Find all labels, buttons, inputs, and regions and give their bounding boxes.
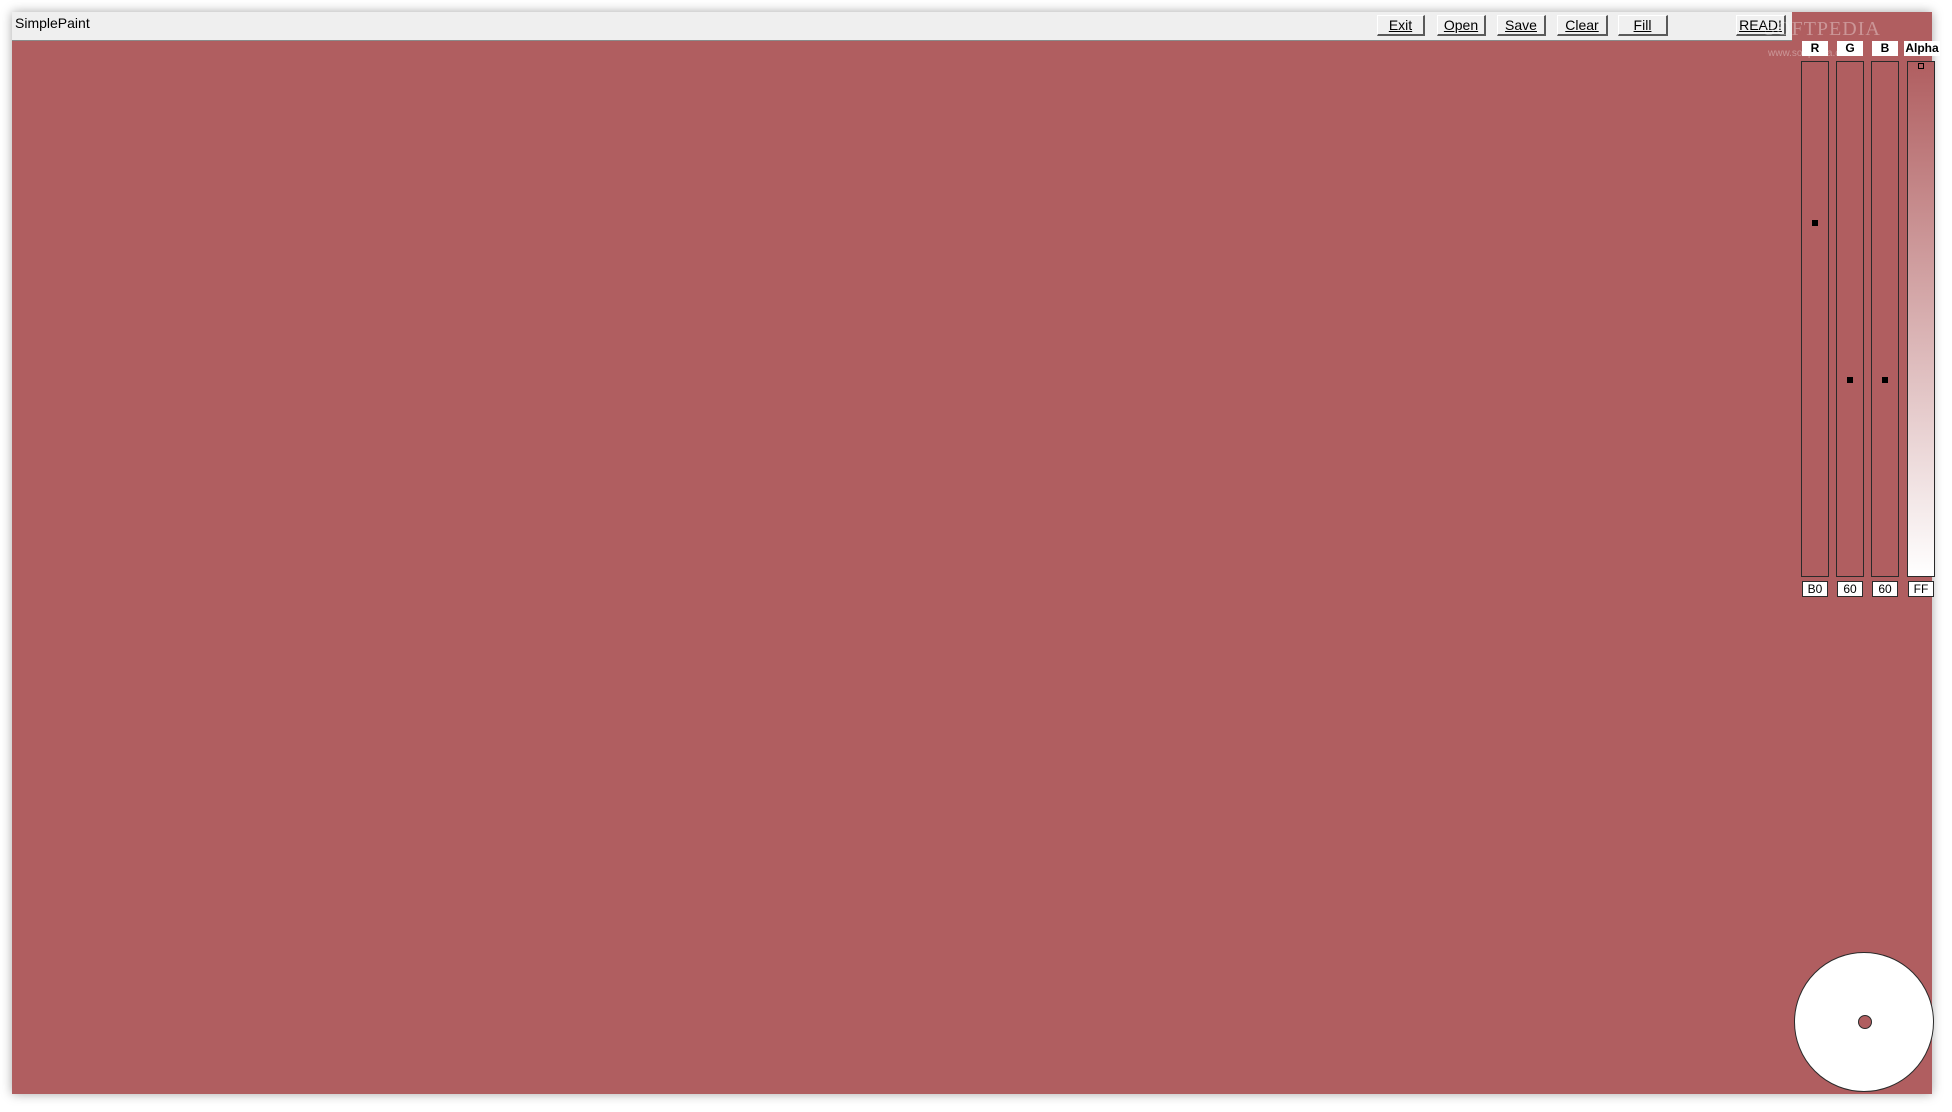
red-slider-handle[interactable] — [1812, 219, 1818, 226]
blue-slider[interactable] — [1871, 61, 1899, 577]
app-title: SimplePaint — [15, 15, 90, 31]
red-channel-label: R — [1802, 41, 1828, 56]
alpha-channel-label: Alpha — [1904, 41, 1940, 56]
exit-button[interactable]: Exit — [1377, 15, 1425, 36]
green-slider[interactable] — [1836, 61, 1864, 577]
simplepaint-window: SimplePaint Exit Open Save Clear Fill RE… — [12, 12, 1940, 1094]
blue-hex-value: 60 — [1872, 581, 1898, 597]
watermark-text: SOFTPEDIA — [1764, 18, 1881, 40]
blue-channel-label: B — [1872, 41, 1898, 56]
green-channel-label: G — [1837, 41, 1863, 56]
toolbar: SimplePaint Exit Open Save Clear Fill RE… — [12, 12, 1792, 41]
fill-button[interactable]: Fill — [1618, 15, 1668, 36]
alpha-slider-handle[interactable] — [1918, 63, 1924, 69]
alpha-slider[interactable] — [1907, 61, 1935, 577]
save-button[interactable]: Save — [1497, 15, 1546, 36]
alpha-hex-value: FF — [1908, 581, 1934, 597]
blue-slider-handle[interactable] — [1882, 376, 1888, 383]
green-slider-handle[interactable] — [1847, 376, 1853, 383]
drawing-canvas[interactable] — [12, 41, 1792, 1094]
clear-button[interactable]: Clear — [1557, 15, 1608, 36]
brush-preview-dot[interactable] — [1858, 1015, 1872, 1029]
red-hex-value: B0 — [1802, 581, 1828, 597]
green-hex-value: 60 — [1837, 581, 1863, 597]
brush-size-pad[interactable] — [1794, 952, 1934, 1092]
open-button[interactable]: Open — [1437, 15, 1486, 36]
red-slider[interactable] — [1801, 61, 1829, 577]
